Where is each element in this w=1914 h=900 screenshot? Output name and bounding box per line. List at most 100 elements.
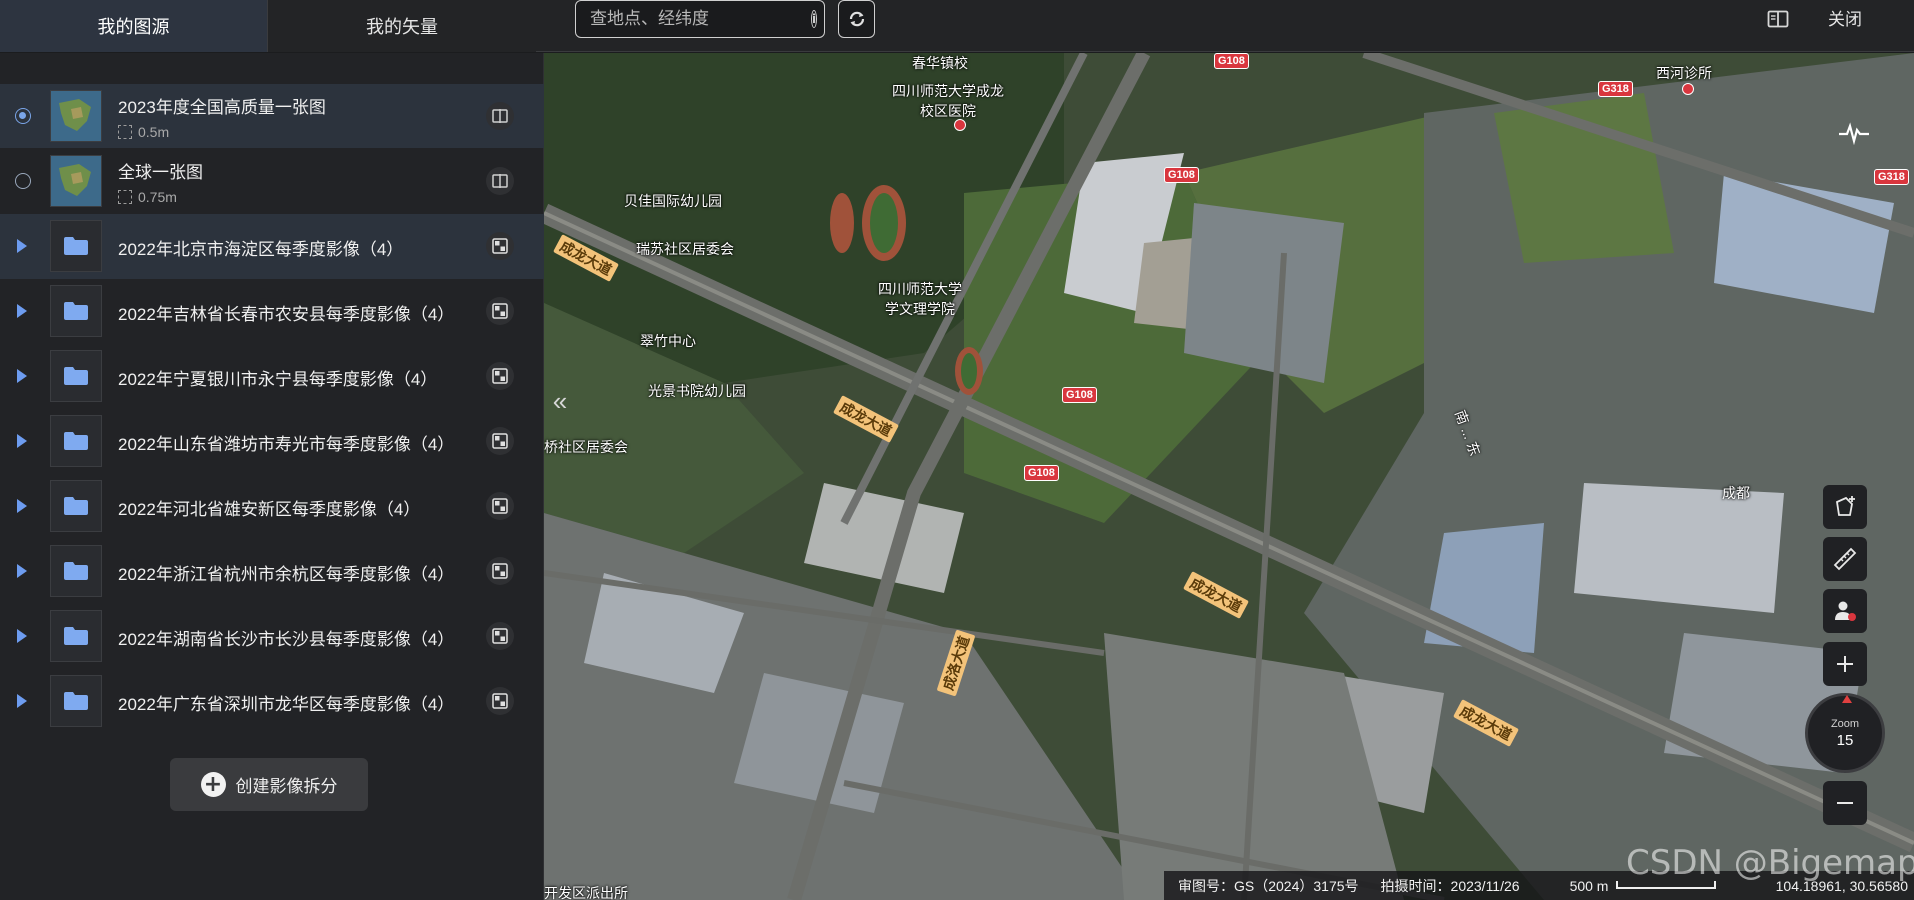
split-view-icon — [492, 109, 508, 123]
folder-title: 2022年宁夏银川市永宁县每季度影像（4） — [118, 370, 438, 389]
grid-split-icon — [492, 368, 508, 384]
resolution-icon — [118, 125, 132, 139]
zoom-dial[interactable]: Zoom 15 — [1805, 693, 1885, 773]
info-icon[interactable]: i — [811, 10, 818, 28]
folder-title: 2022年湖南省长沙市长沙县每季度影像（4） — [118, 630, 455, 649]
map-label-kindergarten2: 光景书院幼儿园 — [648, 383, 746, 399]
top-bar: 我的图源 我的矢量 i 关闭 — [0, 0, 1914, 52]
pulse-icon — [1839, 122, 1869, 145]
source-radio[interactable] — [15, 173, 31, 189]
highway-badge: G318 — [1598, 81, 1633, 97]
expand-caret-icon[interactable] — [17, 629, 27, 643]
highway-badge: G318 — [1874, 169, 1909, 185]
create-split-button[interactable]: + 创建影像拆分 — [170, 758, 368, 811]
zoom-level: 15 — [1836, 731, 1854, 749]
expand-caret-icon[interactable] — [17, 239, 27, 253]
clinic-marker-icon[interactable] — [1682, 83, 1694, 95]
resolution-value: 0.75m — [138, 189, 177, 205]
tab-my-vectors[interactable]: 我的矢量 — [268, 0, 536, 52]
grid-split-button[interactable] — [486, 232, 514, 260]
folder-icon — [50, 545, 102, 597]
source-item[interactable]: 全球一张图 0.75m — [0, 149, 544, 213]
folder-item[interactable]: 2022年河北省雄安新区每季度影像（4） — [0, 474, 544, 539]
capture-time: 拍摄时间：2023/11/26 — [1380, 877, 1520, 894]
map-label-center: 翠竹中心 — [640, 333, 696, 349]
create-split-label: 创建影像拆分 — [235, 777, 338, 796]
grid-split-icon — [492, 303, 508, 319]
folder-item[interactable]: 2022年北京市海淀区每季度影像（4） — [0, 214, 544, 279]
expand-caret-icon[interactable] — [17, 564, 27, 578]
map-label-college: 四川师范大学 学文理学院 — [878, 281, 962, 317]
resolution-icon — [118, 190, 132, 204]
folder-item[interactable]: 2022年湖南省长沙市长沙县每季度影像（4） — [0, 604, 544, 669]
highway-badge: G108 — [1062, 387, 1097, 403]
book-button[interactable] — [1765, 6, 1791, 32]
source-resolution: 0.5m — [118, 124, 169, 140]
resolution-value: 0.5m — [138, 124, 170, 140]
refresh-button[interactable] — [838, 0, 875, 38]
close-button[interactable]: 关闭 — [1828, 5, 1862, 30]
source-title: 全球一张图 — [118, 163, 203, 182]
source-title: 2023年度全国高质量一张图 — [118, 98, 326, 117]
map-label-kindergarten: 贝佳国际幼儿园 — [624, 193, 722, 209]
grid-split-icon — [492, 628, 508, 644]
folder-item[interactable]: 2022年山东省潍坊市寿光市每季度影像（4） — [0, 409, 544, 474]
map-label-community3: 桥社区居委会 — [544, 439, 628, 455]
plus-circle-icon: + — [200, 772, 226, 797]
grid-split-icon — [492, 238, 508, 254]
zoom-label: Zoom — [1830, 717, 1860, 730]
folder-icon — [50, 220, 102, 272]
split-view-button[interactable] — [486, 102, 514, 130]
zoom-out-button[interactable] — [1823, 781, 1867, 825]
grid-split-icon — [492, 498, 508, 514]
grid-split-icon — [492, 563, 508, 579]
map-label-school: 春华镇校 — [912, 55, 968, 71]
minus-icon — [1837, 802, 1853, 804]
map-label-east: 成都 — [1722, 485, 1750, 501]
grid-split-button[interactable] — [486, 492, 514, 520]
map-view[interactable]: 春华镇校 四川师范大学成龙 校区医院 贝佳国际幼儿园 瑞苏社区居委会 四川师范大… — [544, 53, 1914, 900]
grid-split-button[interactable] — [486, 557, 514, 585]
polygon-plus-icon — [1836, 496, 1855, 516]
ruler-icon — [1833, 547, 1857, 571]
source-resolution: 0.75m — [118, 189, 177, 205]
folder-title: 2022年浙江省杭州市余杭区每季度影像（4） — [118, 565, 455, 584]
folder-title: 2022年北京市海淀区每季度影像（4） — [118, 240, 404, 259]
folder-icon — [50, 480, 102, 532]
expand-caret-icon[interactable] — [17, 694, 27, 708]
map-thumbnail-icon — [50, 155, 102, 207]
collapse-panel-icon[interactable]: « — [546, 371, 574, 431]
grid-split-button[interactable] — [486, 362, 514, 390]
tab-my-sources[interactable]: 我的图源 — [0, 0, 268, 52]
folder-item[interactable]: 2022年广东省深圳市龙华区每季度影像（4） — [0, 669, 544, 734]
grid-split-button[interactable] — [486, 687, 514, 715]
highway-badge: G108 — [1024, 465, 1059, 481]
source-item[interactable]: 2023年度全国高质量一张图 0.5m — [0, 84, 544, 148]
zoom-in-button[interactable] — [1823, 642, 1867, 686]
watermark: CSDN @Bigemap — [1626, 843, 1914, 883]
grid-split-button[interactable] — [486, 622, 514, 650]
expand-caret-icon[interactable] — [17, 369, 27, 383]
draw-polygon-button[interactable] — [1823, 485, 1867, 529]
search-box[interactable]: i — [575, 0, 825, 38]
folder-item[interactable]: 2022年浙江省杭州市余杭区每季度影像（4） — [0, 539, 544, 604]
grid-split-button[interactable] — [486, 427, 514, 455]
expand-caret-icon[interactable] — [17, 434, 27, 448]
search-input[interactable] — [590, 9, 811, 29]
folder-title: 2022年吉林省长春市农安县每季度影像（4） — [118, 305, 455, 324]
split-view-button[interactable] — [486, 167, 514, 195]
pulse-button[interactable] — [1834, 113, 1874, 153]
expand-caret-icon[interactable] — [17, 499, 27, 513]
measure-button[interactable] — [1823, 537, 1867, 581]
grid-split-button[interactable] — [486, 297, 514, 325]
folder-item[interactable]: 2022年宁夏银川市永宁县每季度影像（4） — [0, 344, 544, 409]
plus-icon — [1837, 656, 1853, 672]
expand-caret-icon[interactable] — [17, 304, 27, 318]
source-radio-selected[interactable] — [15, 108, 31, 124]
refresh-icon — [849, 11, 864, 27]
folder-title: 2022年广东省深圳市龙华区每季度影像（4） — [118, 695, 455, 714]
map-thumbnail-icon — [50, 90, 102, 142]
folder-item[interactable]: 2022年吉林省长春市农安县每季度影像（4） — [0, 279, 544, 344]
location-user-button[interactable] — [1823, 589, 1867, 633]
hospital-marker-icon[interactable] — [954, 119, 966, 131]
